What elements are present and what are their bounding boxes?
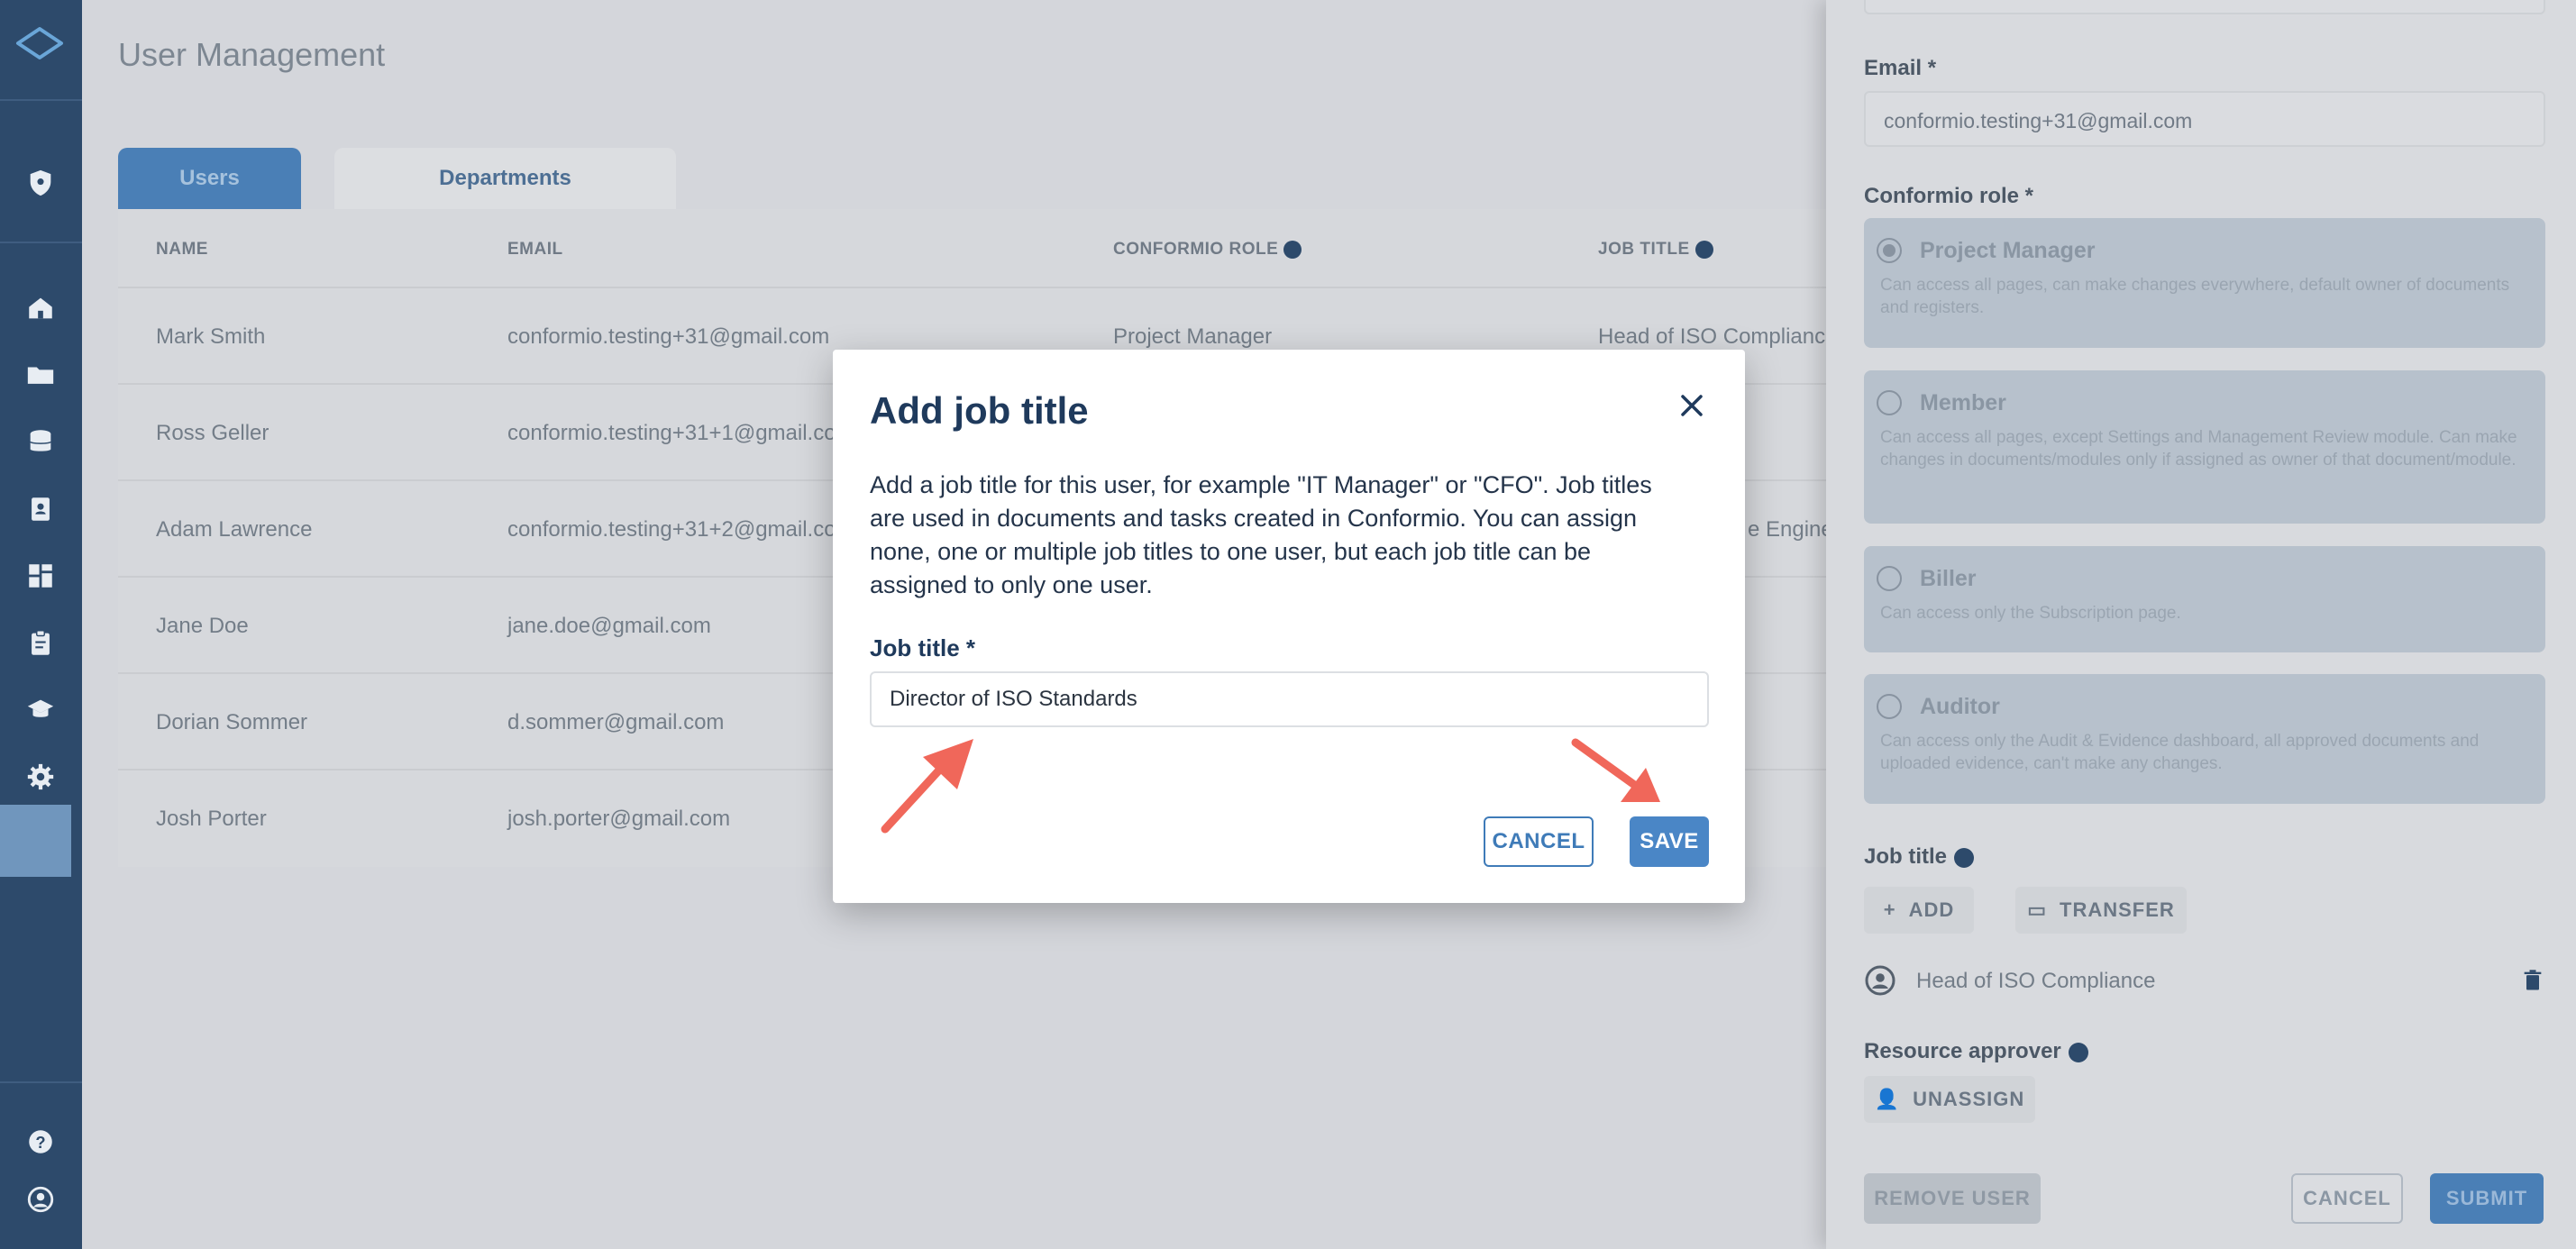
trash-icon[interactable] (2520, 968, 2545, 993)
info-icon[interactable] (1694, 240, 1713, 259)
conformio-logo[interactable] (13, 16, 67, 70)
transfer-icon: ▭ (2027, 898, 2047, 921)
radio-button[interactable] (1877, 694, 1902, 719)
column-header-email[interactable]: EMAIL (507, 240, 563, 260)
tab-departments[interactable]: Departments (334, 148, 676, 209)
sidebar: ? (0, 0, 82, 1249)
info-icon[interactable] (1954, 847, 1975, 868)
info-icon[interactable] (1283, 240, 1302, 259)
tab-users[interactable]: Users (118, 148, 301, 209)
role-option-member[interactable]: Member Can access all pages, except Sett… (1864, 370, 2545, 524)
cell-email: d.sommer@gmail.com (507, 710, 725, 734)
job-title-field-label: Job title * (870, 634, 976, 661)
graduation-cap-icon[interactable] (23, 692, 59, 728)
sidebar-divider (0, 1081, 82, 1083)
name-field[interactable] (1864, 0, 2545, 14)
cell-name: Jane Doe (156, 614, 249, 638)
modal-title: Add job title (870, 389, 1089, 432)
cell-name: Mark Smith (156, 324, 266, 349)
resource-approver-label: Resource approver (1864, 1039, 2088, 1064)
cell-role: Project Manager (1113, 324, 1273, 349)
user-circle-icon (1865, 965, 1895, 996)
remove-user-button[interactable]: REMOVE USER (1864, 1173, 2041, 1224)
gear-icon[interactable] (23, 759, 59, 795)
job-title-input[interactable] (870, 671, 1709, 727)
role-option-biller[interactable]: Biller Can access only the Subscription … (1864, 546, 2545, 652)
cell-email: conformio.testing+31+1@gmail.co (507, 421, 836, 445)
column-header-role[interactable]: CONFORMIO ROLE (1113, 240, 1302, 260)
cell-email: conformio.testing+31@gmail.com (507, 324, 830, 349)
cell-name: Adam Lawrence (156, 517, 313, 542)
database-icon[interactable] (23, 424, 59, 460)
cell-name: Ross Geller (156, 421, 269, 445)
cell-email: jane.doe@gmail.com (507, 614, 711, 638)
cell-email: conformio.testing+31+2@gmail.co (507, 517, 836, 542)
user-icon: 👤 (1874, 1088, 1901, 1110)
email-label: Email * (1864, 56, 1937, 80)
cancel-button[interactable]: CANCEL (1484, 816, 1594, 867)
svg-text:?: ? (35, 1133, 45, 1152)
radio-button[interactable] (1877, 238, 1902, 263)
cell-email: josh.porter@gmail.com (507, 807, 731, 831)
role-label: Conformio role * (1864, 184, 2034, 208)
job-title-item: Head of ISO Compliance (1864, 962, 2545, 998)
annotation-arrow-icon (1571, 738, 1660, 802)
page-title: User Management (118, 36, 386, 73)
sidebar-active-item[interactable] (0, 805, 71, 877)
radio-button[interactable] (1877, 390, 1902, 415)
shield-icon[interactable] (23, 165, 59, 201)
annotation-arrow-icon (881, 739, 973, 834)
user-account-icon[interactable] (23, 1181, 59, 1217)
cell-name: Dorian Sommer (156, 710, 308, 734)
modal-description: Add a job title for this user, for examp… (870, 471, 1652, 598)
help-icon[interactable]: ? (23, 1124, 59, 1160)
add-job-title-button[interactable]: + ADD (1864, 887, 1974, 934)
job-title-label: Job title (1864, 844, 1975, 870)
cell-job-title: Head of ISO Complianc (1598, 324, 1826, 349)
sidebar-divider (0, 242, 82, 243)
role-option-auditor[interactable]: Auditor Can access only the Audit & Evid… (1864, 674, 2545, 804)
radio-button[interactable] (1877, 566, 1902, 591)
cell-name: Josh Porter (156, 807, 267, 831)
column-header-name[interactable]: NAME (156, 240, 208, 260)
email-field[interactable]: conformio.testing+31@gmail.com (1864, 91, 2545, 147)
edit-user-drawer: Email * conformio.testing+31@gmail.com C… (1826, 0, 2576, 1249)
info-icon[interactable] (2068, 1042, 2088, 1062)
unassign-button[interactable]: 👤 UNASSIGN (1864, 1076, 2035, 1123)
dashboard-icon[interactable] (23, 558, 59, 594)
close-icon[interactable] (1674, 387, 1710, 424)
save-button[interactable]: SAVE (1630, 816, 1709, 867)
contacts-icon[interactable] (23, 491, 59, 527)
clipboard-icon[interactable] (23, 625, 59, 661)
role-option-project-manager[interactable]: Project Manager Can access all pages, ca… (1864, 218, 2545, 348)
drawer-cancel-button[interactable]: CANCEL (2291, 1173, 2403, 1224)
column-header-job-title[interactable]: JOB TITLE (1598, 240, 1713, 260)
folder-icon[interactable] (23, 357, 59, 393)
transfer-job-title-button[interactable]: ▭ TRANSFER (2015, 887, 2187, 934)
submit-button[interactable]: SUBMIT (2430, 1173, 2544, 1224)
cell-job-title: e Engine (1748, 517, 1833, 542)
sidebar-divider (0, 99, 82, 101)
home-icon[interactable] (23, 290, 59, 326)
